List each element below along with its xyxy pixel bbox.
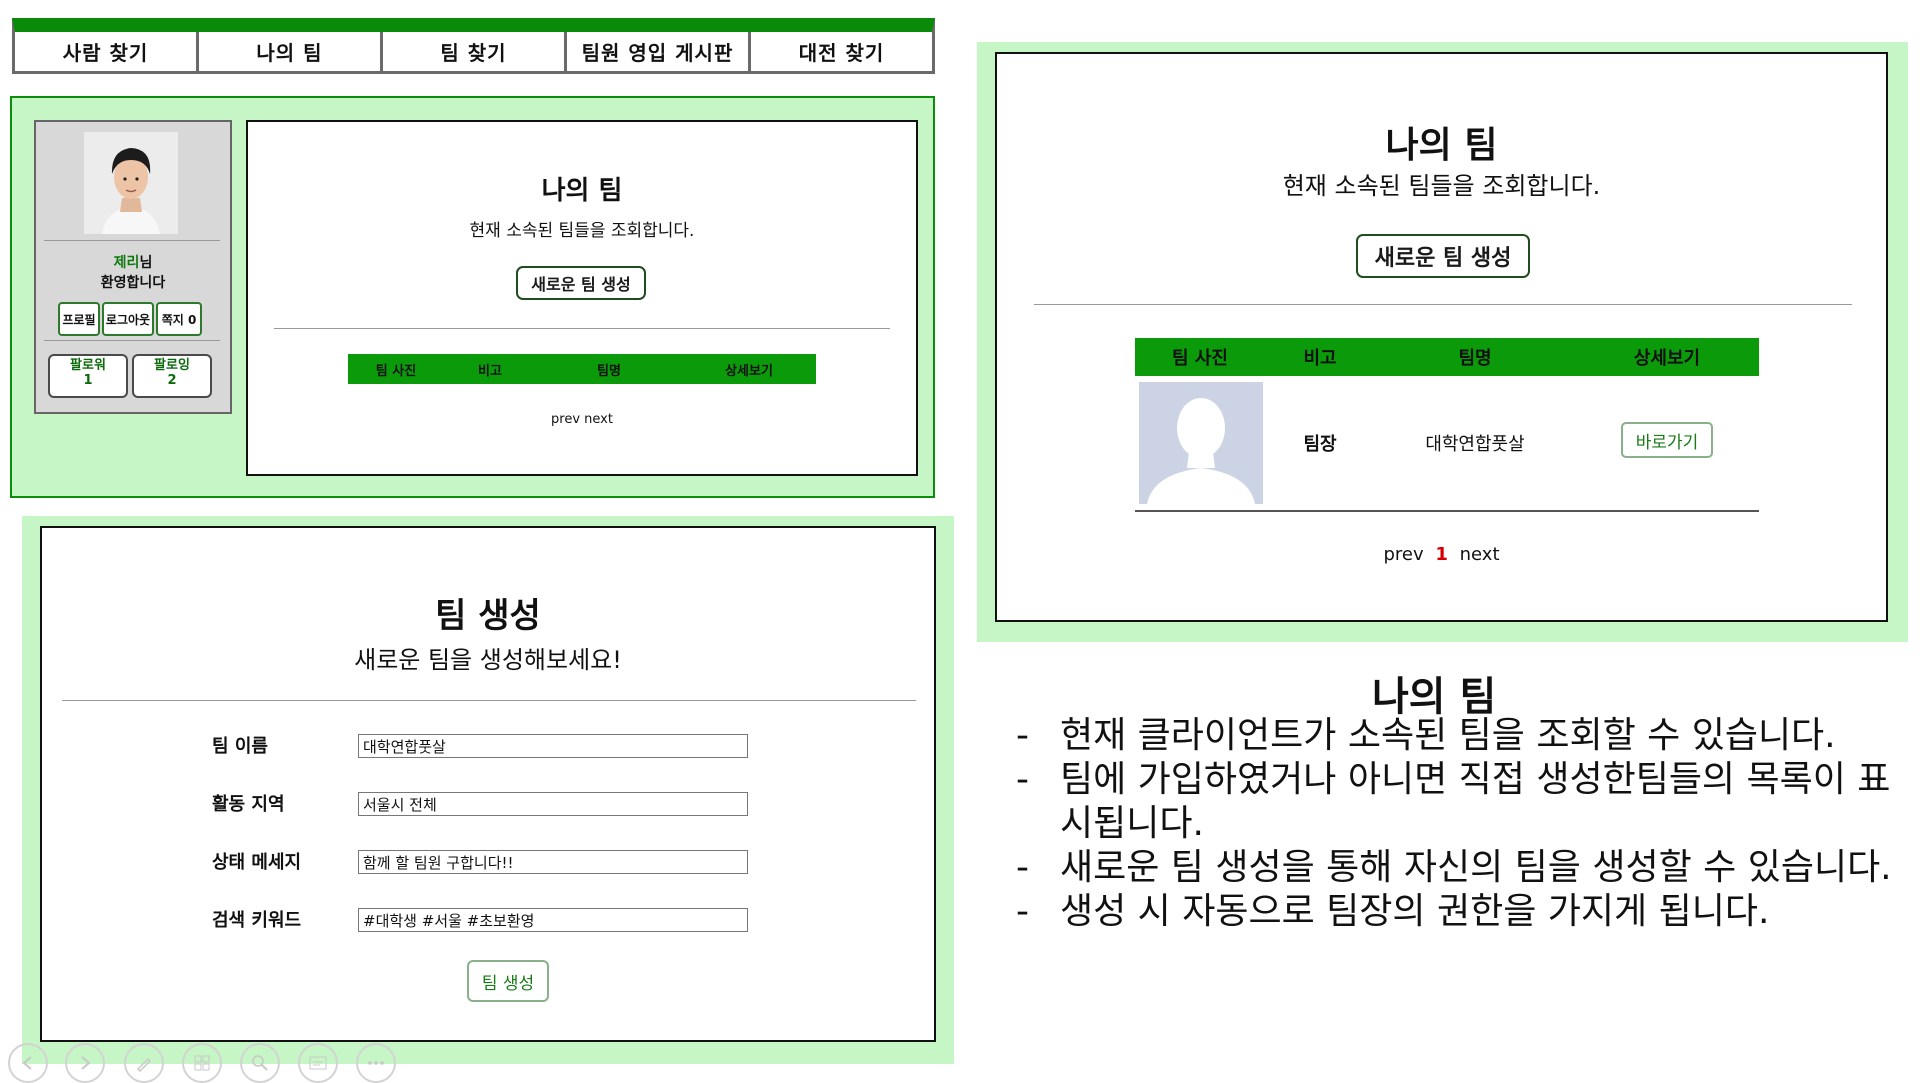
col-team-photo: 팀 사진 [375,363,417,379]
col-team-name: 팀명 [597,363,621,379]
col-detail: 상세보기 [725,363,773,379]
nav-find-match[interactable]: 대전 찾기 [751,32,932,71]
avatar [84,132,178,234]
go-to-team-button[interactable]: 바로가기 [1621,422,1713,458]
col-note: 비고 [1303,348,1337,369]
col-note: 비고 [478,363,502,379]
status-message-input[interactable] [358,850,748,874]
team-role: 팀장 [1303,434,1337,455]
follower-label: 팔로워 [70,358,106,373]
nav-my-team[interactable]: 나의 팀 [199,32,383,71]
pager-current-page[interactable]: 1 [1435,544,1448,565]
next-icon[interactable] [65,1043,105,1083]
dashboard-screenshot: 제리님 환영합니다 프로필 로그아웃 쪽지 0 팔로워 1 팔로잉 2 나의 팀… [10,96,935,498]
name-suffix: 님 [139,255,153,271]
keyword-input[interactable] [358,908,748,932]
col-team-photo: 팀 사진 [1172,348,1228,369]
create-team-button[interactable]: 새로운 팀 생성 [1356,234,1530,278]
pager-prev[interactable]: prev [1383,544,1423,565]
welcome-message: 환영합니다 [100,275,166,291]
messages-button[interactable]: 쪽지 0 [156,302,202,336]
pager-next[interactable]: next [1460,544,1500,565]
nav-recruit-board[interactable]: 팀원 영입 게시판 [567,32,751,71]
my-team-card-small: 나의 팀 현재 소속된 팀들을 조회합니다. 새로운 팀 생성 팀 사진 비고 … [246,120,918,476]
description-item: 생성 시 자동으로 팀장의 권한을 가지게 됩니다. [1012,890,1892,934]
submit-create-team-button[interactable]: 팀 생성 [467,960,549,1002]
status-message-label: 상태 메세지 [212,852,302,873]
team-table-header: 팀 사진 비고 팀명 상세보기 [348,354,816,384]
create-team-button[interactable]: 새로운 팀 생성 [516,266,646,300]
slides-icon[interactable] [182,1043,222,1083]
following-count: 2 [167,373,177,388]
team-create-screenshot: 팀 생성 새로운 팀을 생성해보세요! 팀 이름 활동 지역 상태 메세지 검색… [22,516,954,1064]
table-row: 팀장 대학연합풋살 바로가기 [1135,376,1759,512]
nav-find-team[interactable]: 팀 찾기 [383,32,567,71]
following-button[interactable]: 팔로잉 2 [132,354,212,398]
previous-icon[interactable] [8,1043,48,1083]
page-subtitle: 현재 소속된 팀들을 조회합니다. [1282,172,1601,200]
profile-button[interactable]: 프로필 [58,302,100,336]
nav-find-people[interactable]: 사람 찾기 [15,32,199,71]
description-item: 새로운 팀 생성을 통해 자신의 팀을 생성할 수 있습니다. [1012,846,1892,890]
col-detail: 상세보기 [1633,348,1701,369]
follower-count: 1 [83,373,93,388]
user-name: 제리 [113,255,140,271]
page-title: 나의 팀 [1385,125,1498,166]
description-list: 현재 클라이언트가 소속된 팀을 조회할 수 있습니다. 팀에 가입하였거나 아… [1012,714,1892,934]
team-table-header: 팀 사진 비고 팀명 상세보기 [1135,338,1759,376]
pager-prev[interactable]: prev [551,412,580,427]
description-item: 현재 클라이언트가 소속된 팀을 조회할 수 있습니다. [1012,714,1892,758]
more-icon[interactable] [356,1043,396,1083]
my-team-screenshot: 나의 팀 현재 소속된 팀들을 조회합니다. 새로운 팀 생성 팀 사진 비고 … [977,42,1908,642]
zoom-icon[interactable] [240,1043,280,1083]
welcome-name: 제리님 [36,252,230,272]
follower-button[interactable]: 팔로워 1 [48,354,128,398]
team-photo-placeholder [1139,382,1263,504]
page-title: 나의 팀 [541,176,623,206]
team-name: 대학연합풋살 [1425,434,1525,455]
create-title: 팀 생성 [435,596,541,636]
subtitle-icon[interactable] [298,1043,338,1083]
page-subtitle: 현재 소속된 팀들을 조회합니다. [469,221,695,241]
logout-button[interactable]: 로그아웃 [102,302,154,336]
my-team-card-large: 나의 팀 현재 소속된 팀들을 조회합니다. 새로운 팀 생성 팀 사진 비고 … [995,52,1888,622]
keyword-label: 검색 키워드 [212,910,302,931]
pen-icon[interactable] [124,1043,164,1083]
top-navigation: 사람 찾기 나의 팀 팀 찾기 팀원 영입 게시판 대전 찾기 [12,18,935,74]
profile-card: 제리님 환영합니다 프로필 로그아웃 쪽지 0 팔로워 1 팔로잉 2 [34,120,232,414]
description-item: 팀에 가입하였거나 아니면 직접 생성한팀들의 목록이 표시됩니다. [1012,758,1892,846]
region-label: 활동 지역 [212,794,285,815]
pager-next[interactable]: next [584,412,613,427]
following-label: 팔로잉 [154,358,190,373]
team-create-card: 팀 생성 새로운 팀을 생성해보세요! 팀 이름 활동 지역 상태 메세지 검색… [40,526,936,1042]
team-name-label: 팀 이름 [212,736,268,757]
col-team-name: 팀명 [1458,348,1492,369]
pagination: prev next [248,412,916,427]
region-input[interactable] [358,792,748,816]
create-subtitle: 새로운 팀을 생성해보세요! [354,646,622,674]
team-name-input[interactable] [358,734,748,758]
pagination: prev 1 next [997,544,1886,565]
